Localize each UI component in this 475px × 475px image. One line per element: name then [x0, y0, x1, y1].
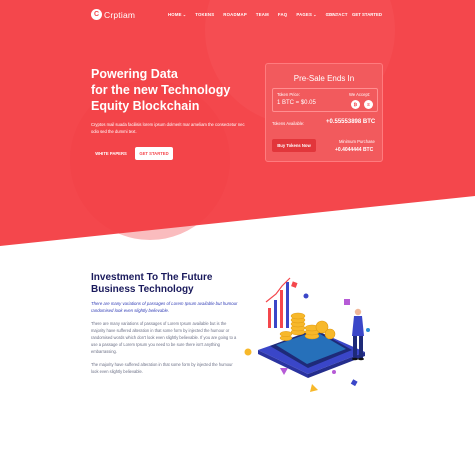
presale-title: Pre-Sale Ends In — [293, 74, 355, 83]
nav-item-tokens[interactable]: TOKENS — [195, 12, 214, 17]
site-logo[interactable]: C Crptiam — [91, 9, 135, 20]
we-accept-label: We Accept: — [349, 92, 371, 97]
chevron-down-icon: ⌄ — [313, 12, 317, 17]
hero-headline: Powering Data for the new Technology Equ… — [91, 66, 261, 114]
investment-section: Investment To The Future Business Techno… — [91, 272, 241, 375]
hero-description: Cryptos mail suada facilisis lorem ipsum… — [91, 122, 245, 134]
logo-icon: C — [91, 9, 102, 20]
nav-item-label: PAGES — [296, 12, 313, 17]
nav-item-label: HOME — [168, 12, 182, 17]
nav-item-roadmap[interactable]: ROADMAP — [223, 12, 247, 17]
nav-menu: HOME⌄ TOKENS ROADMAP TEAM FAQ PAGES⌄ CON… — [168, 12, 348, 17]
investment-paragraph-2: The majority have suffered alteration in… — [91, 362, 233, 374]
chevron-down-icon: ⌄ — [182, 12, 187, 17]
buy-tokens-button[interactable]: Buy Tokens Now — [272, 139, 316, 152]
white-papers-button[interactable]: WHITE PAPERS — [91, 147, 131, 160]
bitcoin-icon: ₿ — [351, 100, 360, 109]
investment-illustration — [244, 277, 370, 392]
token-price-box: Token Price: 1 BTC = $0.05 We Accept: ₿ … — [272, 88, 378, 112]
nav-item-team[interactable]: TEAM — [256, 12, 269, 17]
token-price-label: Token Price: — [277, 92, 301, 97]
investment-title: Investment To The Future Business Techno… — [91, 272, 213, 295]
nav-item-faq[interactable]: FAQ — [278, 12, 287, 17]
nav-item-home[interactable]: HOME⌄ — [168, 12, 186, 17]
min-purchase-value: +0.4044444 BTC — [335, 147, 374, 153]
get-started-button[interactable]: GET STARTED — [135, 147, 173, 160]
headline-line-3: Equity Blockchain — [91, 99, 200, 113]
headline-line-2: for the new Technology — [91, 83, 231, 97]
main-navbar: C Crptiam HOME⌄ TOKENS ROADMAP TEAM FAQ … — [0, 8, 475, 22]
min-purchase-label: Minimum Purchase — [339, 139, 375, 144]
ethereum-icon: Ξ — [364, 100, 373, 109]
nav-get-started-button[interactable]: GET STARTED — [352, 12, 382, 17]
hero-section: C Crptiam HOME⌄ TOKENS ROADMAP TEAM FAQ … — [0, 0, 475, 250]
presale-card: Pre-Sale Ends In Token Price: 1 BTC = $0… — [265, 63, 383, 162]
investment-subtitle: There are many variations of passages of… — [91, 301, 238, 313]
investment-paragraph-1: There are many variations of passages of… — [91, 321, 237, 354]
token-price-value: 1 BTC = $0.05 — [277, 100, 316, 106]
tokens-available-label: Tokens Available: — [272, 121, 305, 126]
language-selector[interactable]: EN ⌄ — [327, 12, 338, 18]
logo-text: Crptiam — [104, 9, 136, 20]
headline-line-1: Powering Data — [91, 67, 178, 81]
tokens-available-value: +0.55553898 BTC — [326, 119, 376, 125]
nav-item-pages[interactable]: PAGES⌄ — [296, 12, 316, 17]
